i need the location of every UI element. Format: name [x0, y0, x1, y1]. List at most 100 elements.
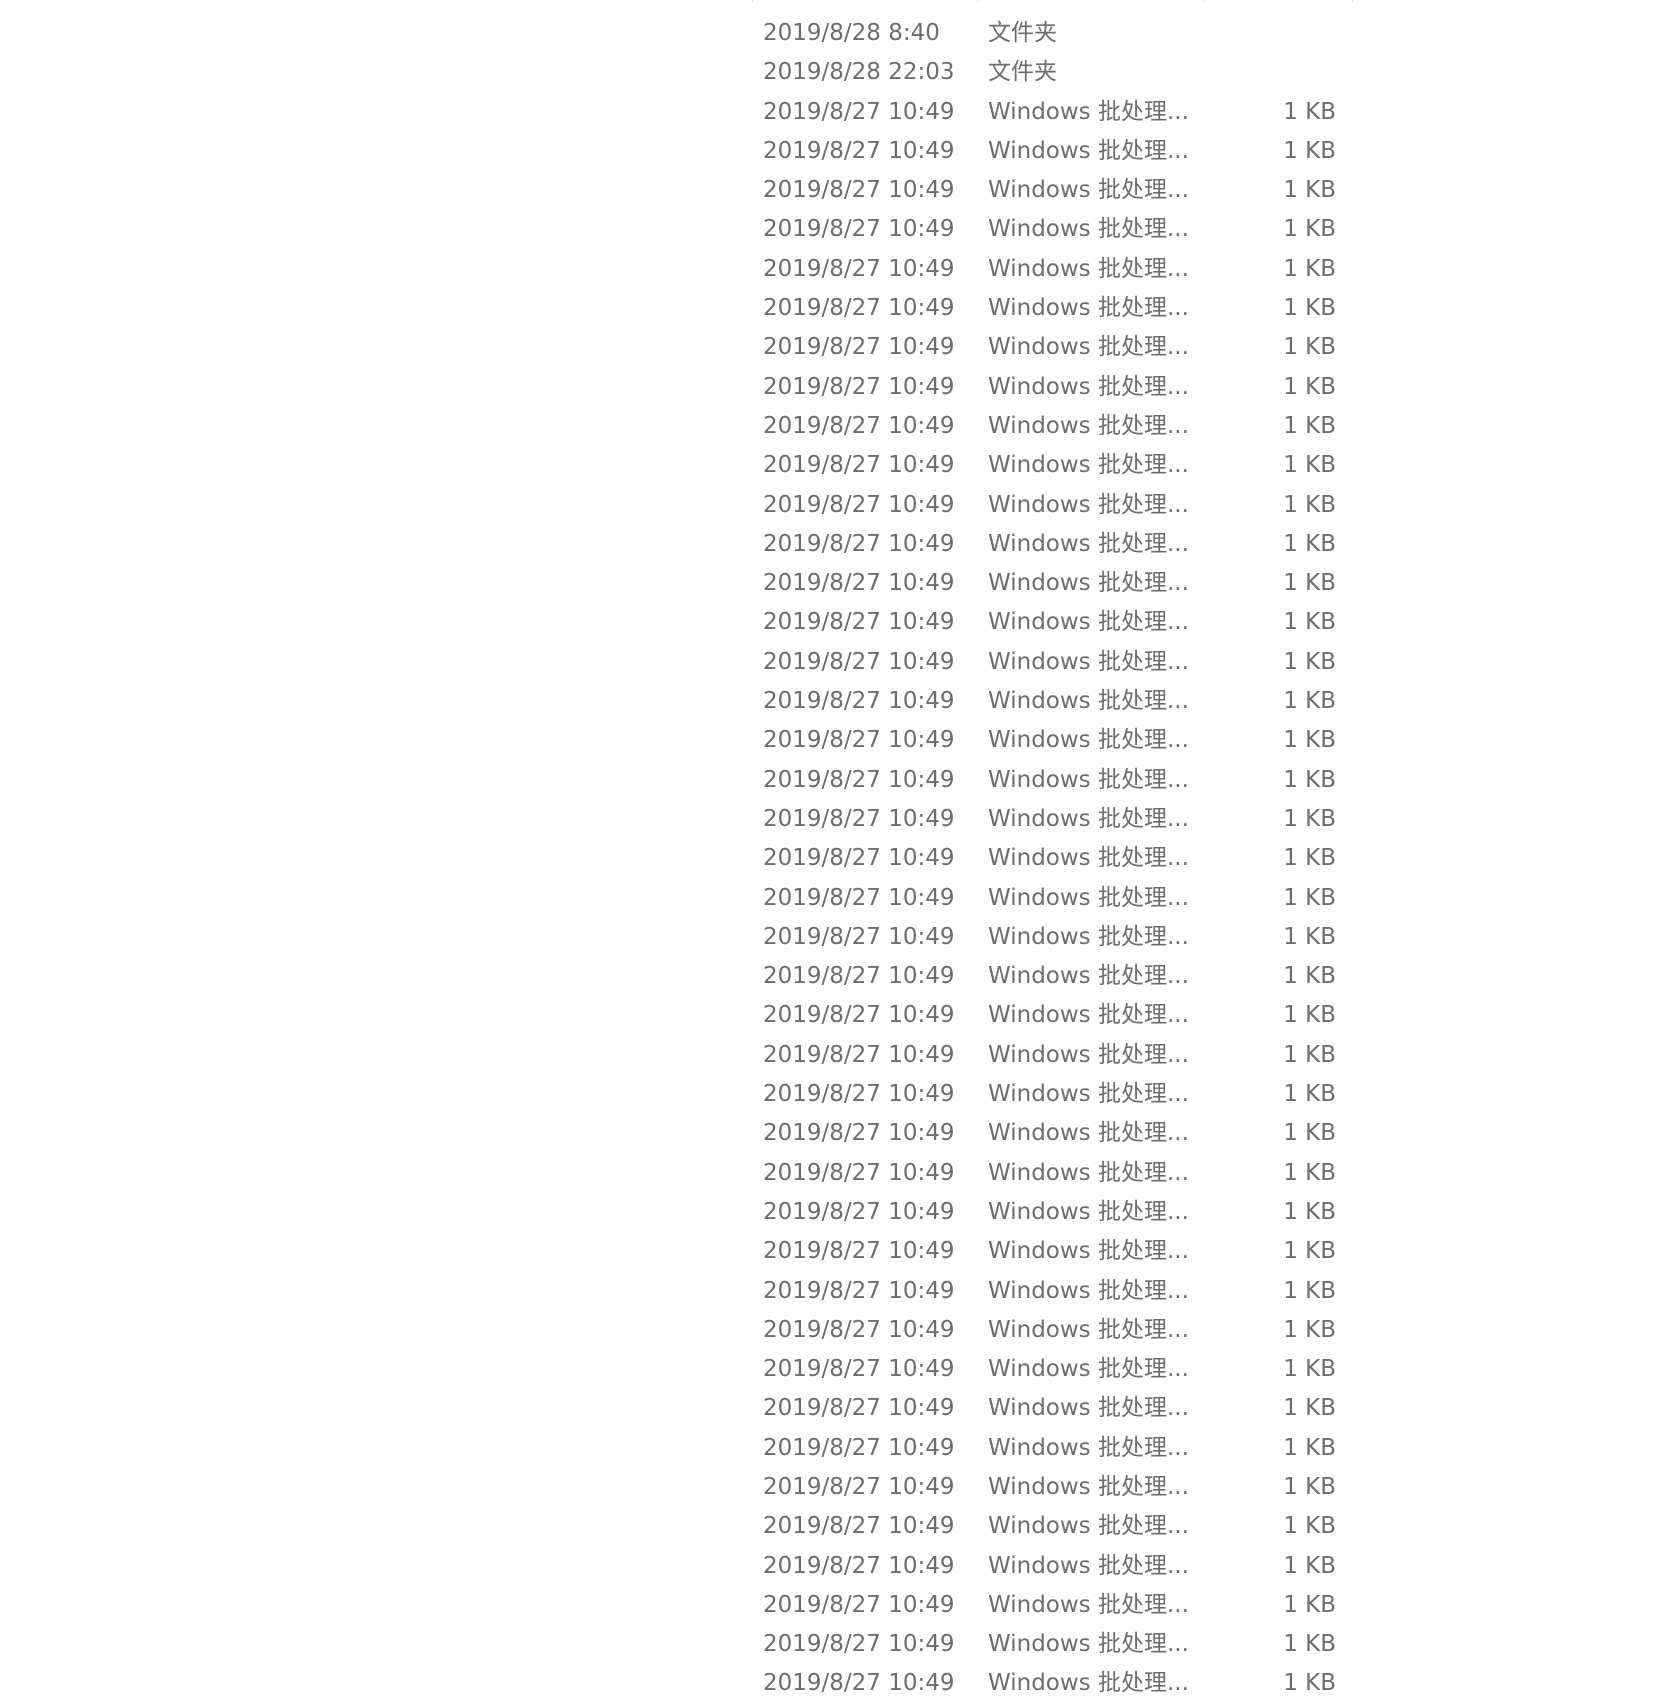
date-modified: 2019/8/27 10:49 [763, 570, 955, 597]
file-row[interactable]: 3.1) cut video (drop video on me)2019/8/… [0, 171, 1663, 210]
file-row[interactable]: 4) data_src extract faces MANUAL2019/8/2… [0, 289, 1663, 328]
file-size: 1 KB [1283, 1631, 1336, 1658]
date-modified: 2019/8/27 10:49 [763, 255, 955, 282]
file-type: Windows 批处理... [988, 570, 1189, 597]
file-row[interactable]: 4) data_src extract faces S3FD all GPU d… [0, 446, 1663, 485]
file-row[interactable]: 4.2.1) data_src sort by blur2019/8/27 10… [0, 682, 1663, 721]
column-divider[interactable] [1203, 0, 1204, 2]
file-size: 1 KB [1283, 1591, 1336, 1618]
file-row[interactable]: 4.2.other) data_src sort by hue2019/8/27… [0, 1036, 1663, 1075]
file-size: 1 KB [1283, 216, 1336, 243]
file-row[interactable]: 5.1) data_dst check results debug2019/8/… [0, 1664, 1663, 1703]
date-modified: 2019/8/27 10:49 [763, 137, 955, 164]
file-row[interactable]: 4) data_src extract faces S3FD best GPU2… [0, 525, 1663, 564]
file-row[interactable]: 4.2.other) data_src sort by black2019/8/… [0, 957, 1663, 996]
file-type: Windows 批处理... [988, 530, 1189, 557]
file-row[interactable]: 4.2.other) data_src sort by original fil… [0, 1114, 1663, 1153]
file-size: 1 KB [1283, 1081, 1336, 1108]
file-type: Windows 批处理... [988, 334, 1189, 361]
file-row[interactable]: 5) data_dst extract faces MT all GPU + m… [0, 1350, 1663, 1389]
date-modified: 2019/8/27 10:49 [763, 1395, 955, 1422]
file-type: Windows 批处理... [988, 1198, 1189, 1225]
file-size: 1 KB [1283, 1120, 1336, 1147]
column-divider[interactable] [752, 0, 753, 2]
file-row[interactable]: 4) data_src extract faces MT all GPU2019… [0, 368, 1663, 407]
file-size: 1 KB [1283, 255, 1336, 282]
file-type: Windows 批处理... [988, 255, 1189, 282]
file-size: 1 KB [1283, 688, 1336, 715]
file-row[interactable]: 4) data_src extract faces MT all GPU deb… [0, 328, 1663, 367]
file-row[interactable]: _internal2019/8/28 8:40文件夹 [0, 14, 1663, 53]
date-modified: 2019/8/28 8:40 [763, 20, 940, 46]
file-size: 1 KB [1283, 1670, 1336, 1697]
file-size: 1 KB [1283, 98, 1336, 125]
file-row[interactable]: 4.2.other) data_src util add landmarks d… [0, 1154, 1663, 1193]
file-row[interactable]: 4.2.5) data_src sort by face yaw2019/8/2… [0, 879, 1663, 918]
file-row[interactable]: 5) data_dst extract faces S3FD all GPU20… [0, 1468, 1663, 1507]
file-row[interactable]: 4.2.other) data_src sort by brightness20… [0, 996, 1663, 1035]
file-type: Windows 批处理... [988, 727, 1189, 754]
date-modified: 2019/8/27 10:49 [763, 1002, 955, 1029]
file-row[interactable]: 4.2.other) data_src util recover origina… [0, 1193, 1663, 1232]
file-row[interactable]: 5) data_dst extract faces MANUAL RE-EXTR… [0, 1232, 1663, 1271]
file-row[interactable]: 4.1) data_src check result2019/8/27 10:4… [0, 643, 1663, 682]
file-size: 1 KB [1283, 1277, 1336, 1304]
file-type: Windows 批处理... [988, 216, 1189, 243]
file-size: 1 KB [1283, 1434, 1336, 1461]
file-type: Windows 批处理... [988, 923, 1189, 950]
file-row[interactable]: 4.2.other) data_src sort by one face in … [0, 1075, 1663, 1114]
file-row[interactable]: 3.2) extract images from video data_dst … [0, 210, 1663, 249]
file-row[interactable]: 5) data_dst extract faces MANUAL2019/8/2… [0, 1272, 1663, 1311]
file-row[interactable]: 5) data_dst extract faces S3FD best GPU … [0, 1507, 1663, 1546]
file-row[interactable]: 2) extract images from video data_src201… [0, 132, 1663, 171]
date-modified: 2019/8/27 10:49 [763, 216, 955, 243]
column-divider[interactable] [977, 0, 978, 2]
file-row[interactable]: 4) data_src mark faces S3FD best GPU2019… [0, 603, 1663, 642]
date-modified: 2019/8/27 10:49 [763, 98, 955, 125]
file-type: Windows 批处理... [988, 373, 1189, 400]
file-row[interactable]: 3.other) denoise extracted data_dst2019/… [0, 250, 1663, 289]
file-size: 1 KB [1283, 1002, 1336, 1029]
file-row[interactable]: 4.2.4) data_src sort by dissimilar face2… [0, 761, 1663, 800]
file-type: Windows 批处理... [988, 1238, 1189, 1265]
file-row[interactable]: 5) data_dst extract faces S3FD best GPU2… [0, 1547, 1663, 1586]
date-modified: 2019/8/27 10:49 [763, 1198, 955, 1225]
file-row[interactable]: 4) data_src mark faces S3FD all GPU2019/… [0, 564, 1663, 603]
file-type: Windows 批处理... [988, 963, 1189, 990]
file-type: Windows 批处理... [988, 452, 1189, 479]
file-row[interactable]: 4.2.4) data_src sort by dissimilar histo… [0, 800, 1663, 839]
file-row[interactable]: 5) data_dst extract unaligned faces S3FD… [0, 1625, 1663, 1664]
file-size: 1 KB [1283, 923, 1336, 950]
file-size: 1 KB [1283, 648, 1336, 675]
file-type: Windows 批处理... [988, 1120, 1189, 1147]
date-modified: 2019/8/27 10:49 [763, 452, 955, 479]
file-row[interactable]: workspace2019/8/28 22:03文件夹 [0, 53, 1663, 92]
file-row[interactable]: 4.2.6) data_src sort by final2019/8/27 1… [0, 918, 1663, 957]
file-size: 1 KB [1283, 373, 1336, 400]
file-size: 1 KB [1283, 766, 1336, 793]
date-modified: 2019/8/27 10:49 [763, 1238, 955, 1265]
date-modified: 2019/8/27 10:49 [763, 373, 955, 400]
file-size: 1 KB [1283, 137, 1336, 164]
file-type: Windows 批处理... [988, 845, 1189, 872]
file-row[interactable]: 1) clear workspace2019/8/27 10:49Windows… [0, 93, 1663, 132]
file-row[interactable]: 4.2.2) data_src sort by similar histogra… [0, 721, 1663, 760]
date-modified: 2019/8/27 10:49 [763, 923, 955, 950]
file-row[interactable]: 5) data_dst extract faces MT best GPU201… [0, 1389, 1663, 1428]
file-row[interactable]: 4) data_src extract faces S3FD all GPU20… [0, 486, 1663, 525]
file-size: 1 KB [1283, 412, 1336, 439]
date-modified: 2019/8/27 10:49 [763, 334, 955, 361]
file-type: Windows 批处理... [988, 1631, 1189, 1658]
file-row[interactable]: 4) data_src extract faces MT best GPU201… [0, 407, 1663, 446]
column-divider[interactable] [1352, 0, 1353, 2]
file-type: Windows 批处理... [988, 491, 1189, 518]
file-type: Windows 批处理... [988, 688, 1189, 715]
file-type: Windows 批处理... [988, 1356, 1189, 1383]
file-row[interactable]: 4.2.5) data_src sort by face pitch2019/8… [0, 839, 1663, 878]
file-size: 1 KB [1283, 295, 1336, 322]
file-row[interactable]: 5) data_dst extract faces S3FD all GPU +… [0, 1429, 1663, 1468]
file-size: 1 KB [1283, 1552, 1336, 1579]
file-row[interactable]: 5) data_dst extract unaligned faces S3FD… [0, 1586, 1663, 1625]
file-type: Windows 批处理... [988, 1002, 1189, 1029]
file-row[interactable]: 5) data_dst extract faces MT all GPU2019… [0, 1311, 1663, 1350]
